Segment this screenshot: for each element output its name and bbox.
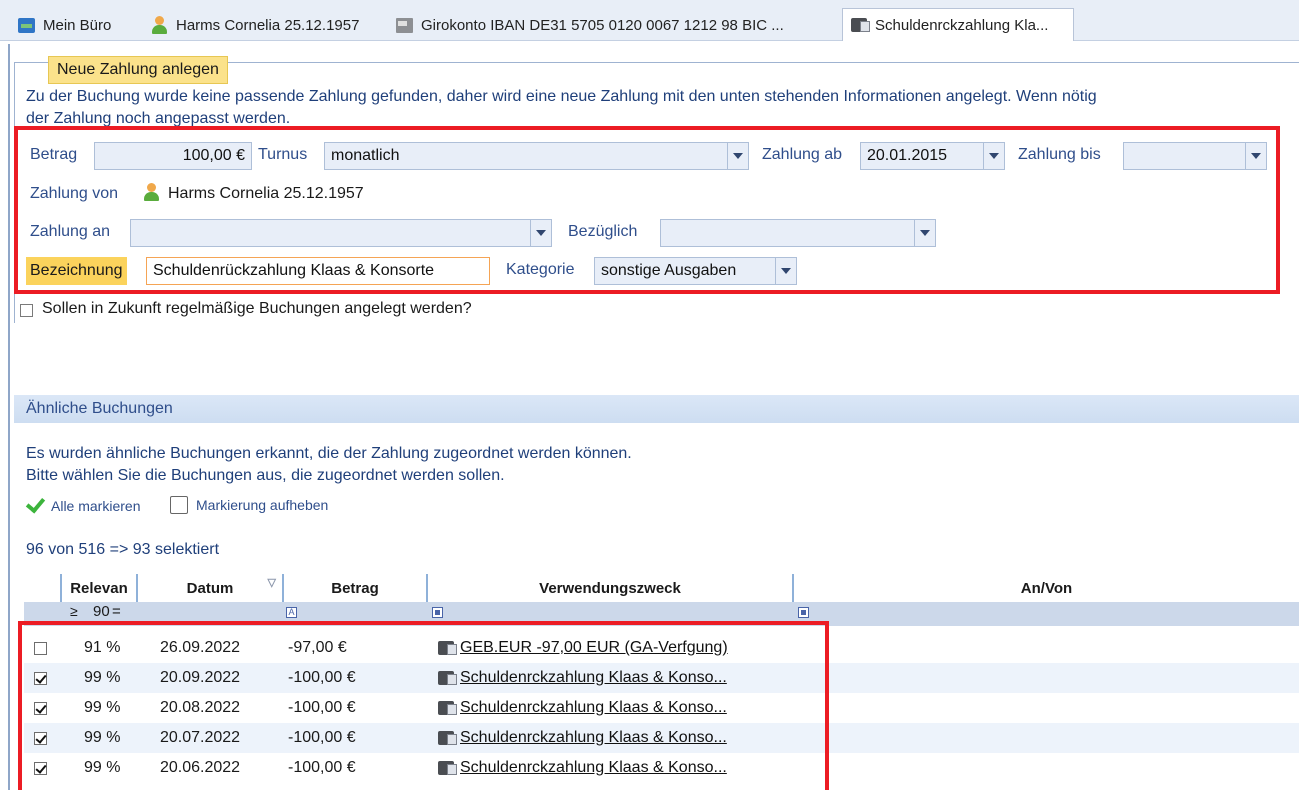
checkbox-icon: [170, 496, 188, 514]
filter-value[interactable]: 90: [93, 603, 110, 620]
zahlung-an-label: Zahlung an: [30, 223, 111, 240]
kategorie-select[interactable]: sonstige Ausgaben: [594, 257, 797, 285]
text-filter-icon[interactable]: A: [286, 607, 297, 618]
filter-icon[interactable]: [432, 607, 443, 618]
zahlung-bis-label: Zahlung bis: [1018, 146, 1101, 163]
tab-label: Mein Büro: [43, 16, 112, 34]
bezueglich-label: Bezüglich: [568, 223, 638, 240]
sort-icon: ▽: [267, 577, 276, 589]
person-icon: [142, 183, 160, 201]
betrag-field[interactable]: 100,00 €: [94, 142, 252, 170]
tab-bar: Mein Büro Harms Cornelia 25.12.1957 Giro…: [0, 0, 1299, 41]
highlight-box-rows: [18, 621, 829, 790]
tab-person[interactable]: Harms Cornelia 25.12.1957: [150, 10, 359, 40]
col-header-date[interactable]: Datum ▽: [138, 574, 284, 602]
form-info-line-2: der Zahlung noch angepasst werden.: [26, 110, 291, 126]
select-all-label: Alle markieren: [51, 497, 141, 514]
office-icon: [18, 17, 35, 33]
tab-schuldenrueckzahlung[interactable]: Schuldenrckzahlung Kla...: [842, 8, 1074, 41]
person-icon: [150, 16, 168, 34]
bezeichnung-label: Bezeichnung: [26, 257, 127, 285]
kategorie-label: Kategorie: [506, 261, 575, 278]
chevron-down-icon[interactable]: [1245, 143, 1266, 169]
left-border: [8, 44, 10, 790]
tab-girokonto[interactable]: Girokonto IBAN DE31 5705 0120 0067 1212 …: [396, 10, 784, 40]
tab-label: Schuldenrckzahlung Kla...: [875, 16, 1049, 34]
zahlung-bis-date[interactable]: [1123, 142, 1267, 170]
kategorie-value: sonstige Ausgaben: [601, 262, 737, 279]
chevron-down-icon[interactable]: [775, 258, 796, 284]
form-info-line-1: Zu der Buchung wurde keine passende Zahl…: [26, 88, 1097, 105]
zahlung-ab-date[interactable]: 20.01.2015: [860, 142, 1005, 170]
similar-info-line-2: Bitte wählen Sie die Buchungen aus, die …: [26, 467, 505, 484]
tab-mein-buero[interactable]: Mein Büro: [18, 10, 111, 40]
select-all-button[interactable]: Alle markieren: [25, 493, 141, 516]
zahlung-ab-value: 20.01.2015: [867, 147, 948, 164]
section-header: Ähnliche Buchungen: [14, 395, 1299, 423]
bezueglich-select[interactable]: [660, 219, 936, 247]
col-header-amount[interactable]: Betrag: [284, 574, 428, 602]
filter-operator[interactable]: ≥: [70, 603, 78, 619]
bezeichnung-input[interactable]: Schuldenrückzahlung Klaas & Konsorte: [146, 257, 490, 285]
deselect-button[interactable]: Markierung aufheben: [170, 496, 328, 514]
recurring-checkbox[interactable]: [20, 304, 33, 317]
filter-icon[interactable]: [798, 607, 809, 618]
chevron-down-icon[interactable]: [914, 220, 935, 246]
similar-info-line-1: Es wurden ähnliche Buchungen erkannt, di…: [26, 445, 632, 462]
zahlung-ab-label: Zahlung ab: [762, 146, 843, 163]
turnus-label: Turnus: [258, 146, 308, 163]
col-header-party[interactable]: An/Von: [794, 574, 1299, 602]
turnus-select[interactable]: monatlich: [324, 142, 749, 170]
tab-label: Girokonto IBAN DE31 5705 0120 0067 1212 …: [421, 16, 784, 34]
bank-account-icon: [396, 17, 413, 33]
checkmark-icon: [25, 493, 46, 514]
deselect-label: Markierung aufheben: [196, 497, 329, 513]
booking-icon: [851, 18, 870, 32]
zahlung-an-select[interactable]: [130, 219, 552, 247]
betrag-label: Betrag: [30, 146, 78, 163]
zahlung-von-value[interactable]: Harms Cornelia 25.12.1957: [168, 185, 364, 203]
selection-count: 96 von 516 => 93 selektiert: [26, 541, 220, 558]
zahlung-von-label: Zahlung von: [30, 185, 119, 202]
chevron-down-icon[interactable]: [530, 220, 551, 246]
tab-label: Harms Cornelia 25.12.1957: [176, 16, 360, 34]
col-header-relevance[interactable]: Relevan: [60, 574, 138, 602]
turnus-value: monatlich: [331, 147, 400, 164]
chevron-down-icon[interactable]: [727, 143, 748, 169]
col-header-date-label: Datum: [186, 579, 234, 597]
chevron-down-icon[interactable]: [983, 143, 1004, 169]
filter-eq[interactable]: =: [112, 603, 121, 620]
groupbox-legend: Neue Zahlung anlegen: [48, 56, 228, 84]
col-header-purpose[interactable]: Verwendungszweck: [428, 574, 794, 602]
recurring-label: Sollen in Zukunft regelmäßige Buchungen …: [42, 300, 472, 317]
